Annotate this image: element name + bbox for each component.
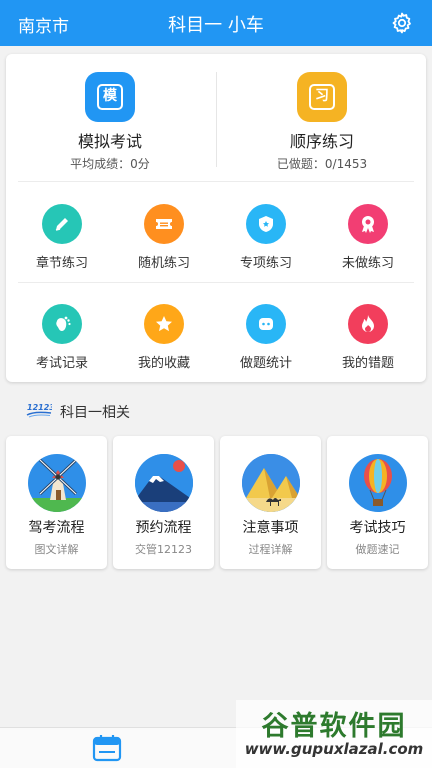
undone-practice-label: 未做练习 <box>341 256 394 271</box>
mock-exam-label: 模拟考试 <box>77 132 142 151</box>
exam-records-label: 考试记录 <box>35 356 88 371</box>
exam-tips-card[interactable]: 考试技巧 做题速记 <box>327 436 428 569</box>
sequential-practice-label: 顺序练习 <box>289 132 354 151</box>
precautions-label: 注意事项 <box>242 520 299 536</box>
gear-icon[interactable] <box>390 11 414 35</box>
flame-icon <box>348 304 388 344</box>
driving-test-process-card[interactable]: 驾考流程 图文详解 <box>6 436 107 569</box>
divider <box>216 72 217 167</box>
questions-done: 已做题：0/1453 <box>276 157 368 171</box>
divider <box>18 282 414 283</box>
mount-fuji-icon <box>134 454 193 512</box>
pencil-icon <box>42 204 82 244</box>
average-score: 平均成绩：0分 <box>70 157 150 171</box>
site-watermark: 谷普软件园 www.gupuxlazal.com <box>236 700 432 768</box>
statistics-label: 做题统计 <box>239 356 292 371</box>
driving-test-process-label: 驾考流程 <box>28 520 85 536</box>
page-title: 科目一 小车 <box>168 15 264 36</box>
sequential-practice-glyph: 习 <box>309 84 335 110</box>
driving-test-process-sub: 图文详解 <box>34 543 79 556</box>
chapter-practice-label: 章节练习 <box>35 256 88 271</box>
appointment-process-label: 预约流程 <box>135 520 192 536</box>
shield-icon <box>246 204 286 244</box>
watermark-title: 谷普软件园 <box>261 711 407 742</box>
badge-icon <box>348 204 388 244</box>
exam-tips-label: 考试技巧 <box>349 520 406 536</box>
hot-air-balloon-icon <box>348 454 407 512</box>
svg-text:12123: 12123 <box>27 403 52 412</box>
chat-icon <box>246 304 286 344</box>
section-title: 科目一相关 <box>60 405 130 421</box>
sequential-practice-button[interactable]: 习 顺序练习 已做题：0/1453 <box>218 72 426 172</box>
wrong-answers-button[interactable]: 我的错题 <box>318 304 418 371</box>
practice-panel: 模 模拟考试 平均成绩：0分 习 顺序练习 已做题：0/1453 章节练习 随机… <box>6 54 426 382</box>
sequential-practice-icon: 习 <box>297 72 347 122</box>
traffic-12123-logo: 12123 <box>26 403 52 418</box>
watermark-url: www.gupuxlazal.com <box>244 740 424 758</box>
topic-practice-button[interactable]: 专项练习 <box>216 204 316 271</box>
divider <box>18 181 414 182</box>
random-practice-button[interactable]: 随机练习 <box>114 204 214 271</box>
appointment-process-card[interactable]: 预约流程 交管12123 <box>113 436 214 569</box>
top-bar: 南京市 科目一 小车 <box>0 0 432 46</box>
pyramids-icon <box>241 454 300 512</box>
mock-exam-glyph: 模 <box>97 84 123 110</box>
topic-practice-label: 专项练习 <box>239 256 292 271</box>
windmill-icon <box>27 454 86 512</box>
ticket-icon <box>144 204 184 244</box>
precautions-sub: 过程详解 <box>248 543 293 556</box>
calendar-icon[interactable] <box>92 734 122 762</box>
appointment-process-sub: 交管12123 <box>135 543 192 556</box>
wrong-answers-label: 我的错题 <box>341 356 394 371</box>
star-icon <box>144 304 184 344</box>
precautions-card[interactable]: 注意事项 过程详解 <box>220 436 321 569</box>
random-practice-label: 随机练习 <box>137 256 190 271</box>
favorites-label: 我的收藏 <box>137 356 190 371</box>
mock-exam-icon: 模 <box>85 72 135 122</box>
undone-practice-button[interactable]: 未做练习 <box>318 204 418 271</box>
chapter-practice-button[interactable]: 章节练习 <box>12 204 112 271</box>
exam-tips-sub: 做题速记 <box>355 543 400 556</box>
statistics-button[interactable]: 做题统计 <box>216 304 316 371</box>
exam-records-button[interactable]: 考试记录 <box>12 304 112 371</box>
favorites-button[interactable]: 我的收藏 <box>114 304 214 371</box>
footprint-icon <box>42 304 82 344</box>
mock-exam-button[interactable]: 模 模拟考试 平均成绩：0分 <box>6 72 214 172</box>
